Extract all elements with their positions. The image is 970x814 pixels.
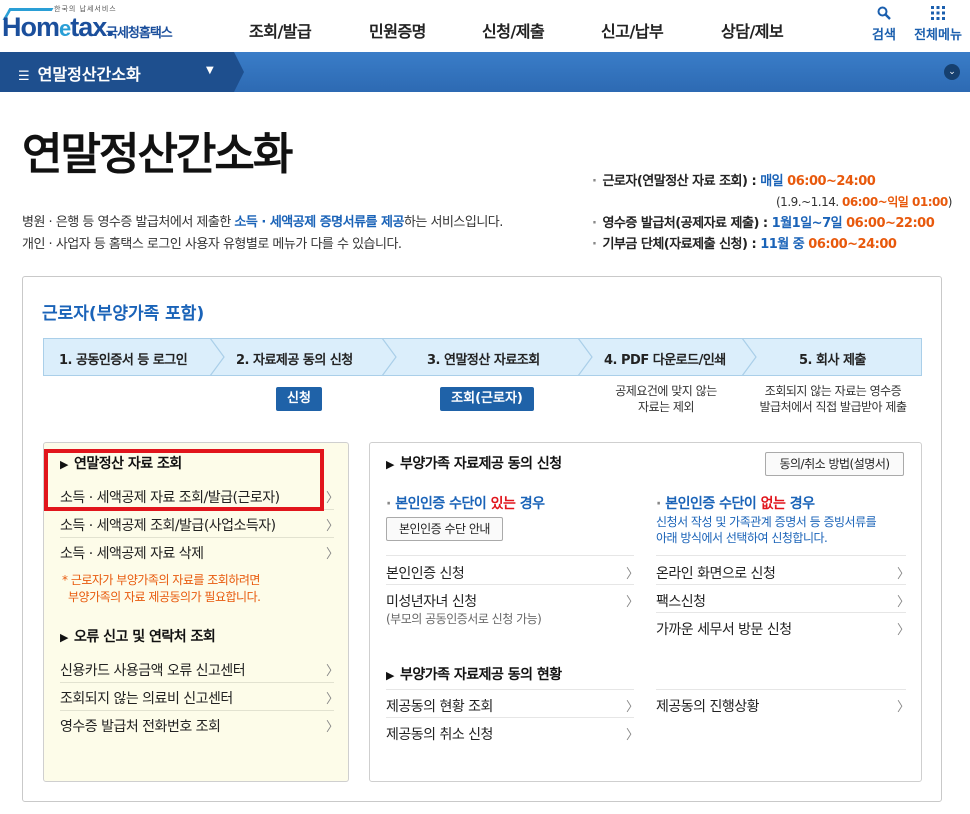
- step-4: 4. PDF 다운로드/인쇄: [604, 353, 726, 368]
- menu-consent-status-lookup[interactable]: 제공동의 현황 조회: [386, 696, 493, 716]
- chevron-right-icon: 〉: [326, 547, 340, 562]
- menu-business-deduction-lookup[interactable]: 소득 · 세액공제 조회/발급(사업소득자): [60, 515, 276, 535]
- caret-down-icon: ▼: [206, 65, 214, 76]
- highlight-box: [44, 449, 324, 511]
- menu-apply-submit[interactable]: 신청/제출: [482, 18, 545, 42]
- divider: [386, 689, 634, 690]
- step-2: 2. 자료제공 동의 신청: [236, 353, 353, 368]
- chevron-right-icon: 〉: [326, 491, 340, 506]
- divider: [656, 555, 906, 556]
- breadcrumb-bar: ☰ 연말정산간소화 ▼ ⌄: [0, 52, 970, 92]
- menu-civil-certificate[interactable]: 민원증명: [369, 18, 426, 42]
- menu-fax-apply[interactable]: 팩스신청: [656, 591, 706, 611]
- divider: [656, 612, 906, 613]
- current-menu-dropdown[interactable]: ☰ 연말정산간소화 ▼: [0, 52, 234, 92]
- menu-online-apply[interactable]: 온라인 화면으로 신청: [656, 563, 776, 583]
- chevron-right-icon: 〉: [326, 519, 340, 534]
- step-5: 5. 회사 제출: [799, 353, 866, 368]
- no-auth-heading: · 본인인증 수단이 없는 경우: [656, 496, 815, 512]
- step-arrow-icon: [381, 338, 397, 376]
- chevron-down-icon[interactable]: ⌄: [944, 64, 960, 80]
- schedule-donation: · 기부금 단체(자료제출 신청) : 11월 중 06:00~24:00: [592, 237, 897, 252]
- menu-deduction-delete[interactable]: 소득 · 세액공제 자료 삭제: [60, 543, 204, 563]
- divider: [656, 584, 906, 585]
- divider: [386, 555, 634, 556]
- chevron-right-icon: 〉: [626, 595, 640, 610]
- divider: [656, 689, 906, 690]
- hometax-logo[interactable]: 한국의 납세서비스 Hometax. 국세청홈택스: [2, 4, 188, 48]
- triangle-right-icon: ▶: [386, 458, 394, 471]
- minor-child-note: (부모의 공동인증서로 신청 가능): [386, 612, 542, 626]
- process-steps: 1. 공동인증서 등 로그인 2. 자료제공 동의 신청 3. 연말정산 자료조…: [43, 338, 922, 376]
- error-report-heading: ▶ 오류 신고 및 연락처 조회: [60, 629, 216, 645]
- logo-korean-name: 국세청홈택스: [106, 26, 173, 41]
- menu-self-auth-apply[interactable]: 본인인증 신청: [386, 563, 465, 583]
- menu-card-error-report[interactable]: 신용카드 사용금액 오류 신고센터: [60, 660, 246, 680]
- menu-tax-office-visit[interactable]: 가까운 세무서 방문 신청: [656, 619, 792, 639]
- menu-report-pay[interactable]: 신고/납부: [601, 18, 664, 42]
- lookup-worker-button[interactable]: 조회(근로자): [440, 387, 534, 411]
- logo-brand: Hometax.: [2, 12, 114, 42]
- consent-heading: ▶ 부양가족 자료제공 동의 신청: [386, 456, 562, 472]
- step-1: 1. 공동인증서 등 로그인: [59, 353, 188, 368]
- current-menu-title: ☰ 연말정산간소화: [18, 65, 141, 84]
- chevron-right-icon: 〉: [897, 567, 911, 582]
- menu-issuer-phone-lookup[interactable]: 영수증 발급처 전화번호 조회: [60, 716, 221, 736]
- chevron-right-icon: 〉: [326, 664, 340, 679]
- consent-status-heading: ▶ 부양가족 자료제공 동의 현황: [386, 667, 562, 683]
- search-icon: [868, 6, 900, 24]
- step-arrow-icon: [741, 338, 757, 376]
- chevron-right-icon: 〉: [626, 567, 640, 582]
- dependent-consent-warning: * 근로자가 부양가족의 자료를 조회하려면 부양가족의 자료 제공동의가 필요합…: [62, 573, 261, 604]
- chevron-right-icon: 〉: [897, 595, 911, 610]
- step-3: 3. 연말정산 자료조회: [427, 353, 540, 368]
- top-navigation: 한국의 납세서비스 Hometax. 국세청홈택스 조회/발급 민원증명 신청/…: [0, 0, 970, 52]
- triangle-right-icon: ▶: [60, 631, 68, 644]
- page-description-line2: 개인 · 사업자 등 홈택스 로그인 사용자 유형별로 메뉴가 다를 수 있습니…: [22, 237, 402, 252]
- chevron-right-icon: 〉: [626, 728, 640, 743]
- consent-guide-button[interactable]: 동의/취소 방법(설명서): [765, 452, 904, 476]
- chevron-right-icon: 〉: [326, 720, 340, 735]
- schedule-worker: · 근로자(연말정산 자료 조회) : 매일 06:00~24:00: [592, 174, 876, 189]
- has-auth-heading: · 본인인증 수단이 있는 경우: [386, 496, 545, 512]
- step4-note: 공제요건에 맞지 않는 자료는 제외: [615, 384, 717, 414]
- divider: [60, 537, 334, 538]
- divider: [386, 584, 634, 585]
- schedule-issuer: · 영수증 발급처(공제자료 제출) : 1월1일~7일 06:00~22:00: [592, 216, 935, 231]
- divider: [60, 710, 334, 711]
- menu-minor-child-apply[interactable]: 미성년자녀 신청: [386, 591, 477, 611]
- step-arrow-icon: [577, 338, 593, 376]
- chevron-right-icon: 〉: [897, 700, 911, 715]
- menu-inquiry-issue[interactable]: 조회/발급: [249, 18, 312, 42]
- divider: [60, 682, 334, 683]
- all-menu-button[interactable]: 전체메뉴: [912, 6, 964, 43]
- triangle-right-icon: ▶: [386, 669, 394, 682]
- no-auth-description: 신청서 작성 및 가족관계 증명서 등 증빙서류를 아래 방식에서 선택하여 신청…: [656, 515, 877, 545]
- page-description-line1: 병원 · 은행 등 영수증 발급처에서 제출한 소득 · 세액공제 증명서류를 …: [22, 215, 503, 230]
- menu-medical-report[interactable]: 조회되지 않는 의료비 신고센터: [60, 688, 233, 708]
- search-button[interactable]: 검색: [868, 6, 900, 43]
- page-title: 연말정산간소화: [22, 129, 293, 180]
- grid-icon: [912, 6, 964, 24]
- chevron-right-icon: 〉: [326, 692, 340, 707]
- auth-guide-button[interactable]: 본인인증 수단 안내: [386, 517, 503, 541]
- menu-consent-progress[interactable]: 제공동의 진행상황: [656, 696, 760, 716]
- section-title: 근로자(부양가족 포함): [42, 304, 205, 324]
- apply-consent-button[interactable]: 신청: [276, 387, 322, 411]
- search-label: 검색: [872, 28, 896, 43]
- step-arrow-icon: [209, 338, 225, 376]
- schedule-worker-sub: (1.9.~1.14. 06:00~익일 01:00): [776, 195, 952, 209]
- bar-arrow-shape: [234, 52, 244, 92]
- hamburger-icon: ☰: [18, 69, 30, 84]
- all-menu-label: 전체메뉴: [914, 28, 962, 43]
- chevron-right-icon: 〉: [626, 700, 640, 715]
- menu-consult-report[interactable]: 상담/제보: [721, 18, 784, 42]
- menu-consent-cancel[interactable]: 제공동의 취소 신청: [386, 724, 493, 744]
- step5-note: 조회되지 않는 자료는 영수증 발급처에서 직접 발급받아 제출: [759, 384, 907, 414]
- chevron-right-icon: 〉: [897, 623, 911, 638]
- divider: [386, 717, 634, 718]
